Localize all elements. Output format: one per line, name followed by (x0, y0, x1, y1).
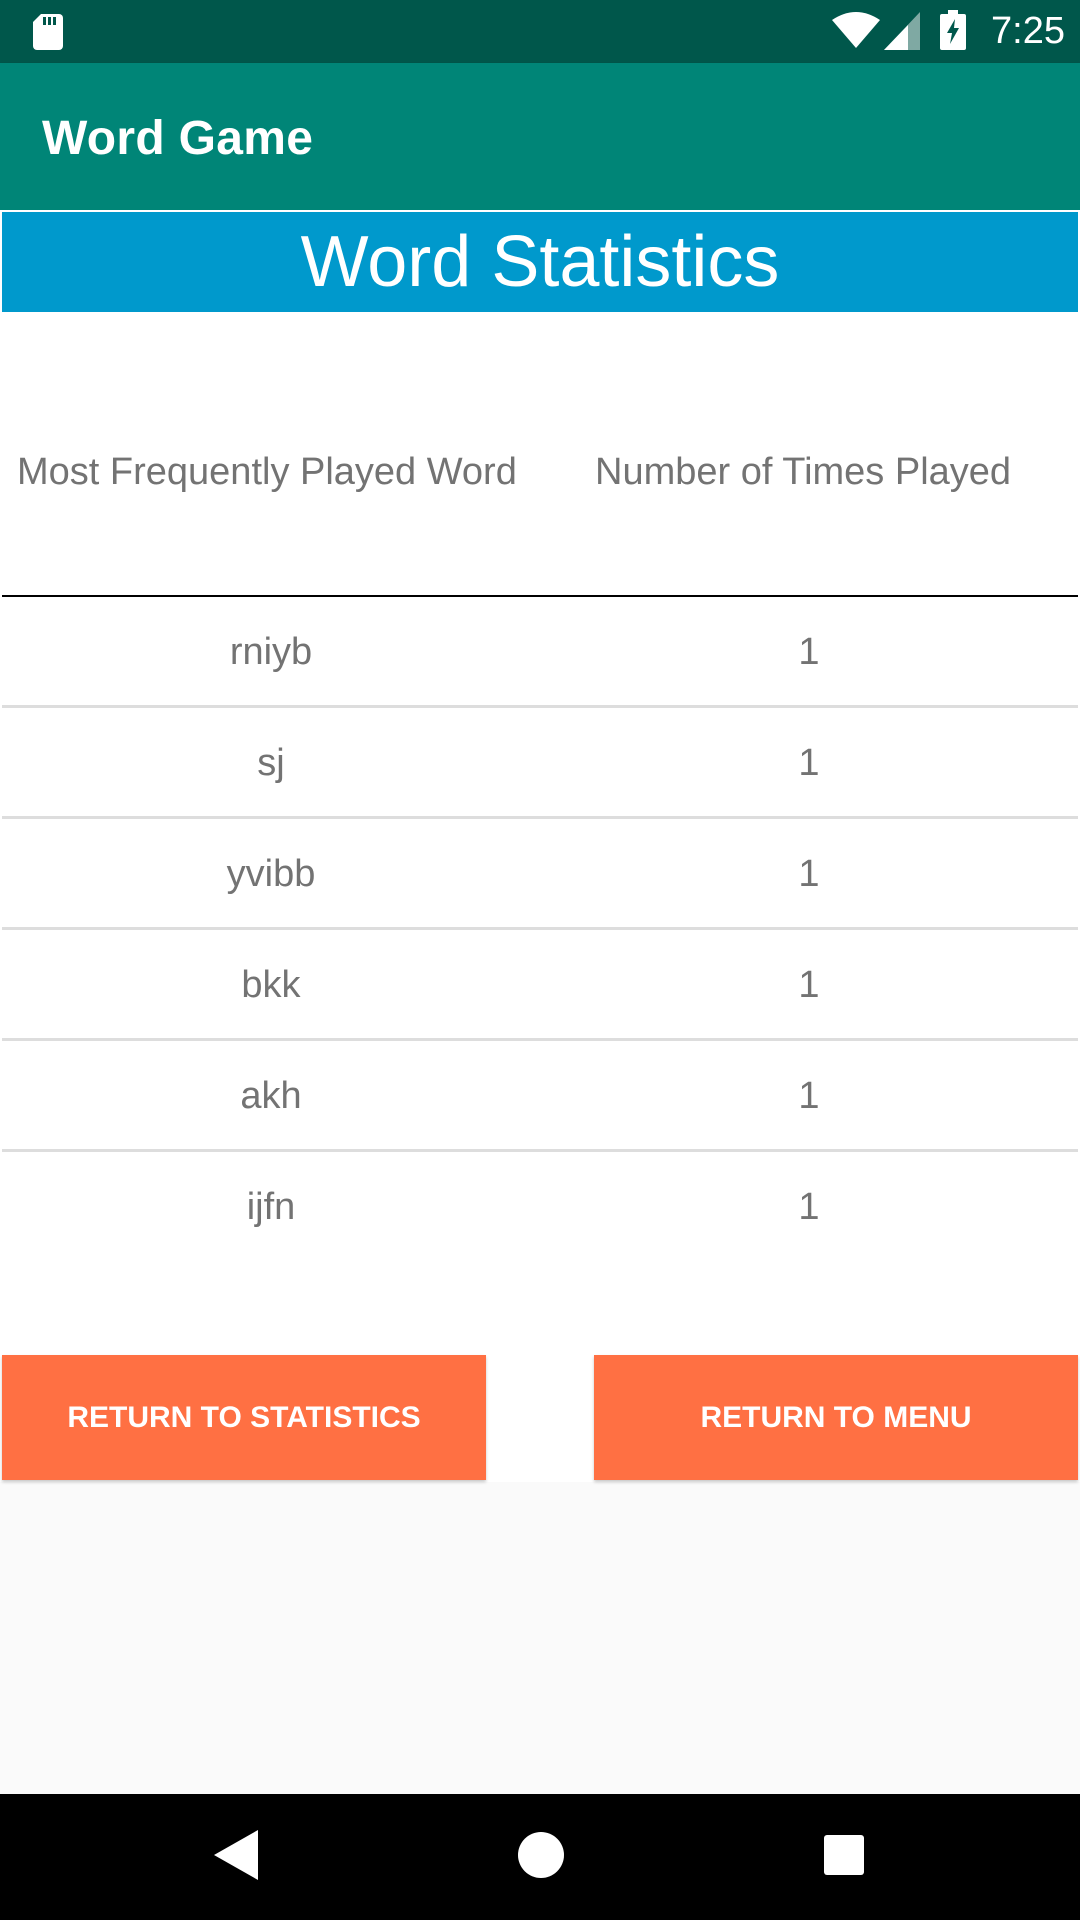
word-cell: yvibb (226, 853, 316, 895)
count-cell: 1 (798, 964, 820, 1006)
home-icon[interactable] (518, 1832, 564, 1878)
word-cell: akh (240, 1075, 302, 1117)
page-title: Word Statistics (300, 222, 780, 302)
count-cell: 1 (798, 1186, 820, 1228)
table-row: rniyb 1 (2, 597, 1078, 708)
count-cell: 1 (798, 742, 820, 784)
word-cell: bkk (241, 964, 301, 1006)
return-to-statistics-button[interactable]: RETURN TO STATISTICS (2, 1355, 486, 1480)
word-cell: rniyb (229, 631, 313, 673)
page-title-banner: Word Statistics (2, 212, 1078, 312)
wifi-icon (832, 12, 880, 48)
table-row: akh 1 (2, 1041, 1078, 1152)
status-bar: 7:25 (0, 0, 1080, 63)
navigation-bar (0, 1794, 1080, 1920)
back-icon[interactable] (214, 1830, 258, 1880)
statistics-content: Word Statistics Most Frequently Played W… (0, 210, 1080, 1482)
count-cell: 1 (798, 1075, 820, 1117)
app-bar: Word Game (0, 63, 1080, 210)
recents-icon[interactable] (824, 1835, 864, 1875)
count-cell: 1 (798, 853, 820, 895)
table-row: sj 1 (2, 708, 1078, 819)
table-row: yvibb 1 (2, 819, 1078, 930)
column-header-word: Most Frequently Played Word (17, 451, 517, 493)
return-to-menu-button[interactable]: RETURN TO MENU (594, 1355, 1078, 1480)
battery-charging-icon (940, 10, 966, 50)
app-title: Word Game (42, 112, 314, 165)
word-cell: ijfn (246, 1186, 296, 1228)
count-cell: 1 (798, 631, 820, 673)
status-clock: 7:25 (991, 10, 1065, 52)
table-row: ijfn 1 (2, 1152, 1078, 1263)
table-row: bkk 1 (2, 930, 1078, 1041)
signal-icon (884, 12, 920, 50)
sd-card-icon (33, 14, 63, 50)
column-header-count: Number of Times Played (595, 451, 1012, 493)
word-cell: sj (257, 742, 285, 784)
